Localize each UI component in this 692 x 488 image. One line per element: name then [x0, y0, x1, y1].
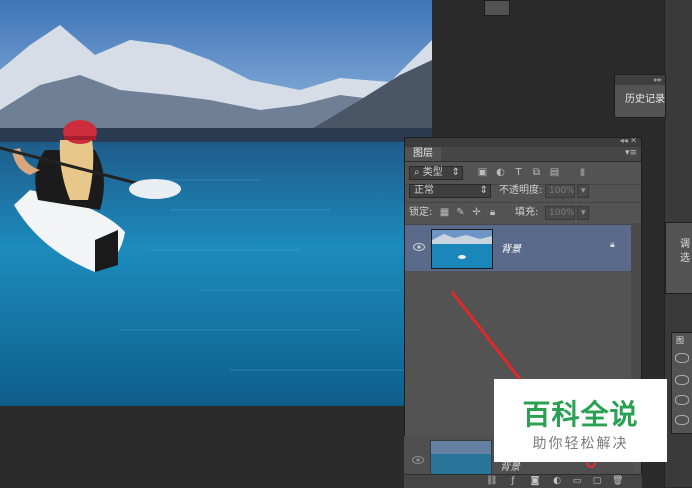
group-icon[interactable]: ▭ [572, 476, 582, 486]
eye-icon[interactable] [675, 353, 689, 363]
lock-all-icon[interactable]: 🔒︎ [487, 207, 498, 218]
layer-style-icon[interactable]: ƒ [508, 476, 518, 486]
filter-type-select[interactable]: ⌕ 类型 ⇕ [409, 166, 463, 180]
layer-row-background[interactable]: 背景 🔒︎ [405, 225, 631, 271]
chevron-down-icon: ⇕ [451, 167, 460, 178]
layer-thumbnail [431, 229, 493, 269]
eye-icon[interactable] [675, 375, 689, 385]
adjustment-layer-icon[interactable]: ◐ [552, 476, 562, 486]
watermark-title: 百科全说 [522, 398, 639, 431]
smart-object-filter-icon[interactable]: ▤ [549, 167, 560, 178]
opacity-slider-toggle[interactable]: ▾ [577, 184, 589, 198]
watermark-subtitle: 助你轻松解决 [532, 436, 629, 452]
layers-fragment-text: 图 [676, 336, 684, 345]
link-layers-icon[interactable]: ⛓ [486, 476, 497, 486]
eye-icon[interactable] [675, 395, 689, 405]
kayak-photo [0, 0, 432, 406]
adjustment-filter-icon[interactable]: ◐ [495, 167, 506, 178]
eye-icon[interactable] [675, 415, 689, 425]
layer-mask-icon[interactable]: ◙ [530, 476, 540, 486]
lock-icon: 🔒︎ [610, 240, 615, 250]
opacity-label: 不透明度: [499, 185, 543, 196]
lock-label: 锁定: [409, 207, 433, 218]
fill-slider-toggle[interactable]: ▾ [577, 206, 589, 220]
history-panel[interactable]: ▸▸ 历史记录 [614, 74, 666, 118]
filter-type-label: 类型 [422, 167, 443, 178]
adjustments-panel-fragment[interactable]: 调 选 [665, 222, 692, 294]
layers-panel-tabbar: 图层 ▾≡ [405, 147, 641, 162]
opacity-input[interactable]: 100% [545, 184, 575, 198]
chevron-down-icon: ⇕ [479, 185, 488, 196]
new-layer-icon[interactable]: ▢ [592, 476, 602, 486]
blend-mode-row: 正常 ⇕ 不透明度: 100% ▾ [405, 180, 641, 203]
adjustments-fragment-text: 调 [680, 239, 690, 250]
shape-filter-icon[interactable]: ⧉ [531, 167, 542, 178]
layers-panel-fragment[interactable]: 图 [671, 332, 692, 434]
layers-panel-titlebar[interactable]: ◂◂ ✕ [405, 136, 641, 147]
select-fragment-text: 选 [680, 253, 690, 264]
filter-icon: ⌕ [414, 167, 420, 178]
text-filter-icon[interactable]: T [513, 167, 524, 178]
watermark-badge: 百科全说 助你轻松解决 [494, 379, 667, 462]
history-panel-titlebar[interactable]: ▸▸ [615, 75, 665, 85]
right-dock-strip: 调 选 图 [664, 0, 692, 487]
history-panel-label: 历史记录 [625, 93, 665, 105]
panel-menu-icon[interactable]: ▾≡ [625, 148, 637, 158]
blend-mode-value: 正常 [414, 185, 434, 196]
eye-icon [412, 456, 424, 464]
lock-position-icon[interactable]: ✛ [471, 207, 482, 218]
fill-label: 填充: [515, 207, 539, 218]
document-canvas[interactable] [0, 0, 432, 406]
lock-row: 锁定: ▦ ✎ ✛ 🔒︎ 填充: 100% ▾ [405, 202, 641, 225]
dock-tool-icon[interactable] [484, 0, 510, 16]
filter-toggle-icon[interactable]: ▮ [577, 167, 588, 178]
ghost-layer-thumbnail [430, 440, 492, 478]
tab-layers[interactable]: 图层 [405, 147, 441, 161]
lock-transparent-icon[interactable]: ▦ [439, 207, 450, 218]
blend-mode-select[interactable]: 正常 ⇕ [409, 184, 491, 198]
lock-image-icon[interactable]: ✎ [455, 207, 466, 218]
fill-input[interactable]: 100% [545, 206, 575, 220]
layers-panel-footer: ⛓ ƒ ◙ ◐ ▭ ▢ 🗑︎ [404, 474, 642, 488]
eye-icon[interactable] [413, 243, 425, 251]
pixel-filter-icon[interactable]: ▣ [477, 167, 488, 178]
delete-layer-icon[interactable]: 🗑︎ [612, 476, 623, 486]
layer-name[interactable]: 背景 [501, 240, 521, 255]
